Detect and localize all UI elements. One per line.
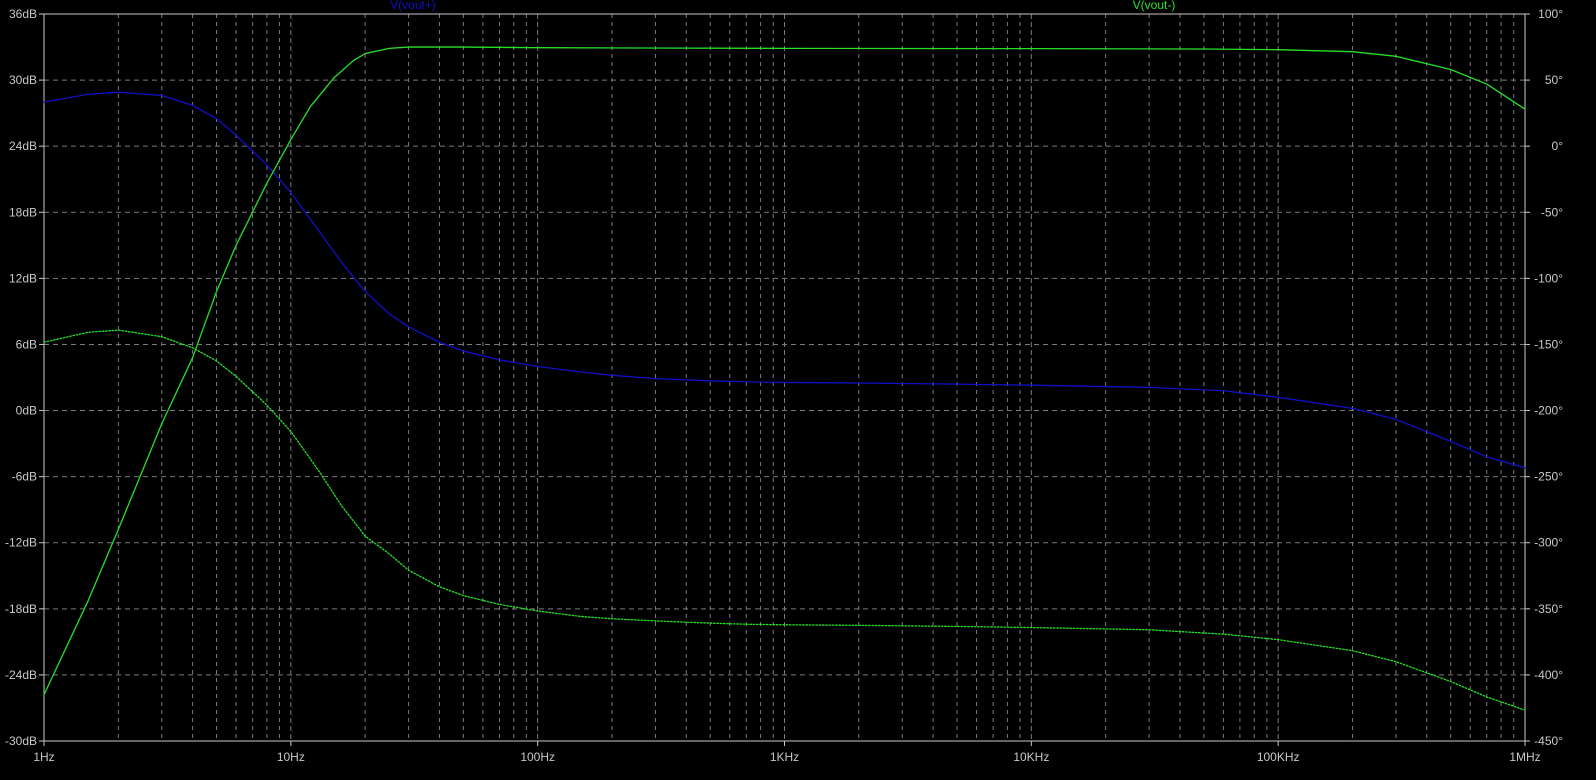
left-axis-tick-label: 12dB [9,271,37,285]
plot-svg: 36dB 30dB 24dB 18dB 12dB 6dB 0dB -6dB -12dB -18dB… [0,0,1596,780]
left-axis-tick-label: -6dB [12,470,37,484]
left-axis-tick-label: 24dB [9,139,37,153]
right-axis-tick-label: -250° [1534,470,1563,484]
right-axis-tick-label: 0° [1552,139,1564,153]
right-axis-tick-label: -150° [1534,337,1563,351]
left-axis-tick-label: 6dB [16,337,37,351]
right-axis-tick-label: -300° [1534,536,1563,550]
x-axis-tick-label: 100KHz [1257,750,1300,764]
left-axis-tick-label: 30dB [9,73,37,87]
left-axis-tick-label: 36dB [9,7,37,21]
x-axis-tick-label: 100Hz [520,750,555,764]
right-axis-tick-label: -350° [1534,602,1563,616]
right-axis-tick-label: -50° [1541,205,1563,219]
left-axis-tick-label: -18dB [5,602,37,616]
left-axis-tick-label: 0dB [16,404,37,418]
left-axis-tick-label: -24dB [5,668,37,682]
right-axis-tick-label: -400° [1534,668,1563,682]
bode-plot: 36dB 30dB 24dB 18dB 12dB 6dB 0dB -6dB -12dB -18dB… [0,0,1596,780]
legend-label-vout-minus[interactable]: V(vout-) [1133,0,1176,12]
plot-background [0,0,1596,780]
left-axis-tick-label: 18dB [9,205,37,219]
x-axis-tick-label: 10KHz [1013,750,1049,764]
left-axis-tick-label: -12dB [5,536,37,550]
legend-label-vout-plus[interactable]: V(vout+) [390,0,436,12]
right-axis-tick-label: 100° [1538,7,1563,21]
x-axis-tick-label: 1KHz [770,750,799,764]
right-axis-tick-label: 50° [1545,73,1563,87]
right-axis-tick-label: -100° [1534,271,1563,285]
x-axis-tick-label: 1Hz [33,750,54,764]
right-axis-tick-label: -200° [1534,404,1563,418]
right-axis-tick-label: -450° [1534,734,1563,748]
x-axis-tick-label: 10Hz [277,750,305,764]
left-axis-tick-label: -30dB [5,734,37,748]
x-axis-tick-label: 1MHz [1509,750,1540,764]
